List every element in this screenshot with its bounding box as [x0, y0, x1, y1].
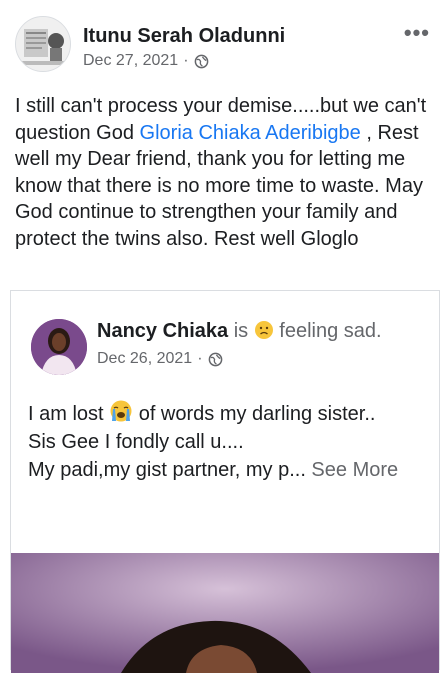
more-options-button[interactable]: ••• — [404, 20, 430, 46]
post-body: I still can't process your demise.....bu… — [15, 93, 435, 252]
shared-author-name[interactable]: Nancy Chiaka — [97, 320, 228, 342]
post-date[interactable]: Dec 27, 2021 — [83, 52, 178, 70]
shared-post-date[interactable]: Dec 26, 2021 — [97, 350, 192, 368]
shared-post-body: I am lost of words my darling sister.. Si… — [28, 399, 428, 484]
shared-post-card[interactable]: Nancy Chiaka is feeling sad. Dec 26, 202… — [10, 290, 440, 673]
shared-line2: Sis Gee I fondly call u.... — [28, 431, 244, 453]
avatar-image-icon — [16, 17, 70, 71]
feeling-text: feeling sad. — [273, 320, 382, 342]
post-header: Itunu Serah Oladunni Dec 27, 2021 · ••• — [0, 0, 448, 90]
shared-author-line: Nancy Chiaka is feeling sad. — [97, 320, 382, 343]
globe-icon — [194, 54, 208, 68]
see-more-link[interactable]: See More — [306, 459, 398, 481]
shared-line1-b: of words my darling sister.. — [133, 403, 376, 425]
crying-face-icon — [110, 400, 132, 422]
feeling-prefix: is — [228, 320, 254, 342]
globe-icon — [208, 352, 222, 366]
meta-separator: · — [197, 350, 203, 367]
shared-post-photo[interactable] — [11, 553, 439, 673]
shared-author-avatar[interactable] — [31, 319, 87, 375]
shared-line1-a: I am lost — [28, 403, 110, 425]
meta-separator: · — [183, 52, 189, 69]
post-author-name[interactable]: Itunu Serah Oladunni — [83, 25, 285, 48]
shared-line3: My padi,my gist partner, my p... — [28, 459, 306, 481]
avatar-image-icon — [31, 319, 87, 375]
shared-post-meta: Dec 26, 2021 · — [97, 350, 223, 368]
tagged-user-link[interactable]: Gloria Chiaka Aderibigbe — [140, 122, 361, 144]
author-avatar[interactable] — [15, 16, 71, 72]
photo-image-icon — [11, 553, 439, 673]
post-meta: Dec 27, 2021 · — [83, 52, 209, 70]
sad-face-icon — [254, 321, 273, 339]
